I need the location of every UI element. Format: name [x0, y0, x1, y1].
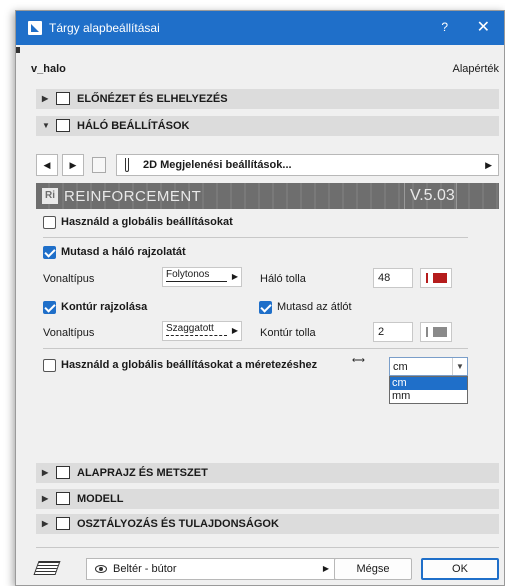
page-navigator: ◀ ▶ 2D Megjelenési beállítások... ▶: [36, 154, 499, 176]
expand-arrow-icon: ▶: [42, 468, 49, 477]
solid-line-preview: [166, 281, 227, 282]
eye-icon: [95, 565, 107, 573]
default-label: Alapérték: [452, 63, 499, 75]
caret-right-icon: ▶: [322, 564, 329, 573]
document-icon: [92, 157, 106, 173]
model-cube-icon: [56, 492, 70, 505]
contour-linetype-value: Szaggatott: [166, 323, 214, 334]
mesh-linetype-select[interactable]: Folytonos ▶: [162, 267, 242, 287]
contour-pen-color: [433, 327, 447, 337]
contour-pen-bar: [426, 327, 428, 337]
page-select-label: 2D Megjelenési beállítások...: [143, 159, 292, 171]
layer-select-value: Beltér - bútor: [113, 563, 177, 575]
banner-version: V.5.03: [410, 187, 455, 204]
object-header: v_halo Alapérték: [31, 63, 499, 77]
mesh-pen-color: [433, 273, 447, 283]
preview-icon: [56, 92, 70, 105]
floorplan-icon: [56, 466, 70, 479]
section-preview-label: ELŐNÉZET ÉS ELHELYEZÉS: [77, 93, 228, 105]
divider: [43, 237, 468, 238]
app-icon: [28, 21, 42, 35]
reinforcement-logo: Ri: [42, 188, 58, 204]
banner-title: REINFORCEMENT: [64, 188, 202, 205]
contour-linetype-select[interactable]: Szaggatott ▶: [162, 321, 242, 341]
caret-right-icon: ▶: [231, 272, 238, 281]
object-name: v_halo: [31, 63, 66, 75]
contour-pen-label: Kontúr tolla: [260, 327, 316, 339]
contour-linetype-label: Vonaltípus: [43, 327, 95, 339]
section-floorplan[interactable]: ▶ ALAPRAJZ ÉS METSZET: [36, 463, 499, 483]
mesh-pen-bar: [426, 273, 428, 283]
caret-right-icon: ▶: [231, 326, 238, 335]
section-model-label: MODELL: [77, 493, 124, 505]
section-preview[interactable]: ▶ ELŐNÉZET ÉS ELHELYEZÉS: [36, 89, 499, 109]
help-button[interactable]: ?: [441, 20, 448, 34]
section-classification[interactable]: ▶ OSZTÁLYOZÁS ÉS TULAJDONSÁGOK: [36, 514, 499, 534]
page-select[interactable]: 2D Megjelenési beállítások... ▶: [116, 154, 499, 176]
layer-icon: [33, 561, 61, 575]
expand-arrow-icon: ▶: [42, 94, 49, 103]
unit-select-value: cm: [393, 361, 408, 373]
mesh-settings-icon: [56, 119, 70, 132]
show-mesh-label: Mutasd a háló rajzolatát: [61, 246, 186, 258]
pin-icon[interactable]: [16, 47, 20, 53]
show-diagonal-label: Mutasd az átlót: [277, 301, 352, 313]
expand-arrow-icon: ▶: [42, 494, 49, 503]
show-mesh-checkbox[interactable]: [43, 246, 56, 259]
expand-arrow-icon: ▶: [42, 519, 49, 528]
contour-checkbox[interactable]: [43, 301, 56, 314]
prev-page-button[interactable]: ◀: [36, 154, 58, 176]
mesh-linetype-label: Vonaltípus: [43, 273, 95, 285]
dashed-line-preview: [166, 335, 227, 336]
classification-icon: [56, 517, 70, 530]
banner-divider: [404, 183, 405, 209]
use-global-dims-checkbox[interactable]: [43, 359, 56, 372]
object-settings-dialog: Tárgy alapbeállításai ? ✕ v_halo Alapért…: [15, 10, 505, 586]
section-floorplan-label: ALAPRAJZ ÉS METSZET: [77, 467, 208, 479]
unit-option-cm[interactable]: cm: [390, 377, 467, 390]
divider: [36, 547, 499, 548]
close-button[interactable]: ✕: [477, 17, 490, 37]
mesh-pen-label: Háló tolla: [260, 273, 306, 285]
window-title: Tárgy alapbeállításai: [49, 21, 160, 35]
title-bar: Tárgy alapbeállításai ? ✕: [16, 11, 504, 45]
banner-divider: [456, 183, 457, 209]
caret-right-icon: ▶: [485, 160, 492, 170]
section-classification-label: OSZTÁLYOZÁS ÉS TULAJDONSÁGOK: [77, 518, 279, 530]
mesh-pen-swatch[interactable]: [420, 268, 452, 288]
unit-dropdown-list: cm mm: [389, 376, 468, 404]
section-model[interactable]: ▶ MODELL: [36, 489, 499, 509]
chevron-down-icon: ▼: [452, 358, 467, 375]
mesh-pen-input[interactable]: 48: [373, 268, 413, 288]
next-page-button[interactable]: ▶: [62, 154, 84, 176]
collapse-arrow-icon: ▼: [42, 121, 50, 130]
contour-pen-input[interactable]: 2: [373, 322, 413, 342]
dimension-icon: ⟷: [352, 355, 365, 365]
unit-select[interactable]: cm ▼: [389, 357, 468, 376]
section-mesh[interactable]: ▼ HÁLÓ BEÁLLÍTÁSOK: [36, 116, 499, 136]
pen-icon: [125, 158, 129, 172]
bottom-bar: Beltér - bútor ▶ Mégse OK: [33, 558, 499, 582]
contour-label: Kontúr rajzolása: [61, 301, 148, 313]
show-diagonal-checkbox[interactable]: [259, 301, 272, 314]
layer-select[interactable]: Beltér - bútor ▶: [86, 558, 336, 580]
ok-button[interactable]: OK: [421, 558, 499, 580]
unit-option-mm[interactable]: mm: [390, 390, 467, 403]
contour-pen-swatch[interactable]: [420, 322, 452, 342]
section-mesh-label: HÁLÓ BEÁLLÍTÁSOK: [77, 120, 190, 132]
use-global-label: Használd a globális beállításokat: [61, 216, 233, 228]
use-global-checkbox[interactable]: [43, 216, 56, 229]
mesh-linetype-value: Folytonos: [166, 269, 210, 280]
cancel-button[interactable]: Mégse: [334, 558, 412, 580]
divider: [43, 348, 468, 349]
use-global-dims-label: Használd a globális beállításokat a mére…: [61, 359, 318, 371]
reinforcement-banner: Ri REINFORCEMENT V.5.03: [36, 183, 499, 209]
